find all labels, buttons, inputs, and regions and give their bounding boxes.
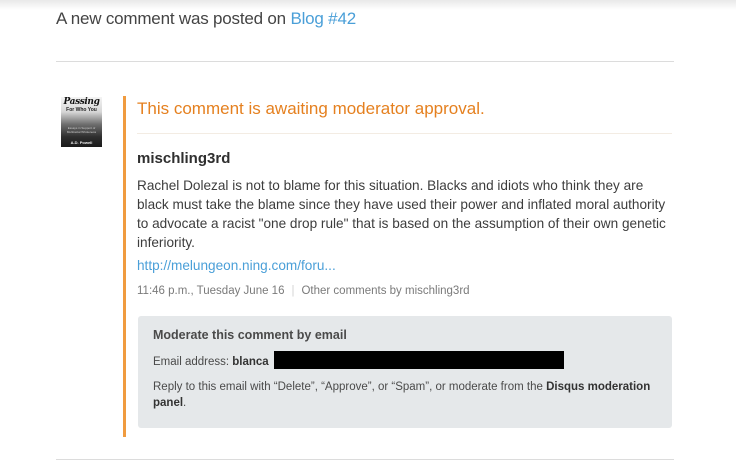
avatar-title: Passing [63,97,100,107]
reply-instructions: Reply to this email with “Delete”, “Appr… [153,381,543,393]
blog-link[interactable]: Blog #42 [290,9,356,28]
meta-separator: | [291,285,295,297]
notification-headline: A new comment was posted on Blog #42 [56,9,356,29]
comment-author[interactable]: mischling3rd [137,150,230,167]
divider-top [56,61,674,62]
comment-link[interactable]: http://melungeon.ning.com/foru... [137,258,336,273]
moderation-instructions: Reply to this email with “Delete”, “Appr… [153,379,653,411]
avatar-subtitle: For Who You [66,107,97,113]
avatar-small-text: Essays in Support of Multiracial Wholene… [66,126,97,134]
divider-bottom [56,459,674,460]
redaction-bar [274,351,564,369]
comment-meta: 11:46 p.m., Tuesday June 16 | Other commen… [137,285,470,297]
moderation-box: Moderate this comment by email Email add… [138,316,672,428]
headline-text: A new comment was posted on [56,9,286,28]
reply-suffix: . [183,397,187,409]
email-value: blanca [232,356,269,368]
pending-indicator-bar [123,96,126,437]
other-comments-link[interactable]: Other comments by mischling3rd [301,285,469,297]
moderation-email: Email address: blanca [153,356,269,368]
comment-timestamp[interactable]: 11:46 p.m., Tuesday June 16 [137,285,284,297]
email-notification: A new comment was posted on Blog #42 Pas… [0,0,736,462]
moderation-title: Moderate this comment by email [153,328,347,342]
moderation-status: This comment is awaiting moderator appro… [137,99,485,118]
email-label: Email address: [153,356,230,368]
avatar[interactable]: Passing For Who You Essays in Support of… [61,97,102,147]
status-divider [137,133,672,134]
avatar-author: A.D. Powell [70,140,93,145]
comment-body: Rachel Dolezal is not to blame for this … [137,178,666,250]
